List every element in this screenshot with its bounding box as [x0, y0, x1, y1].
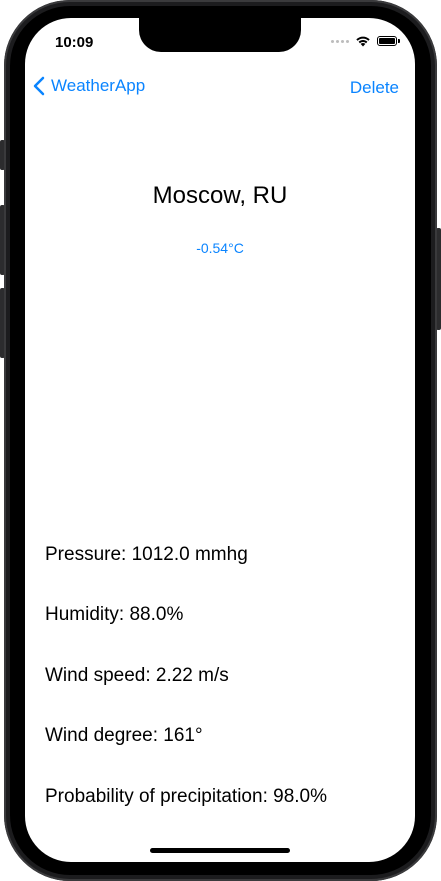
wind-degree-detail: Wind degree: 161°: [45, 725, 203, 746]
screen: 10:09 WeatherApp Delete Moscow, RU -0.54…: [25, 18, 415, 862]
battery-icon: [377, 36, 400, 46]
notch: [139, 18, 301, 52]
delete-button[interactable]: Delete: [350, 78, 399, 98]
precipitation-detail: Probability of precipitation: 98.0%: [45, 786, 327, 807]
chevron-left-icon: [33, 76, 45, 96]
temperature-value: -0.54°C: [196, 240, 244, 256]
signal-dots-icon: [331, 39, 349, 43]
city-name: Moscow, RU: [152, 182, 288, 209]
back-label: WeatherApp: [51, 76, 146, 95]
status-time: 10:09: [55, 34, 94, 51]
pressure-detail: Pressure: 1012.0 mmhg: [45, 544, 248, 565]
navigation-bar: WeatherApp Delete: [25, 76, 415, 106]
status-icons: [331, 35, 400, 47]
humidity-detail: Humidity: 88.0%: [45, 604, 184, 625]
phone-device: 10:09 WeatherApp Delete Moscow, RU -0.54…: [0, 0, 441, 881]
wifi-icon: [356, 36, 370, 47]
home-indicator[interactable]: [150, 848, 290, 853]
wind-speed-detail: Wind speed: 2.22 m/s: [45, 665, 229, 686]
back-button[interactable]: WeatherApp: [33, 76, 145, 96]
